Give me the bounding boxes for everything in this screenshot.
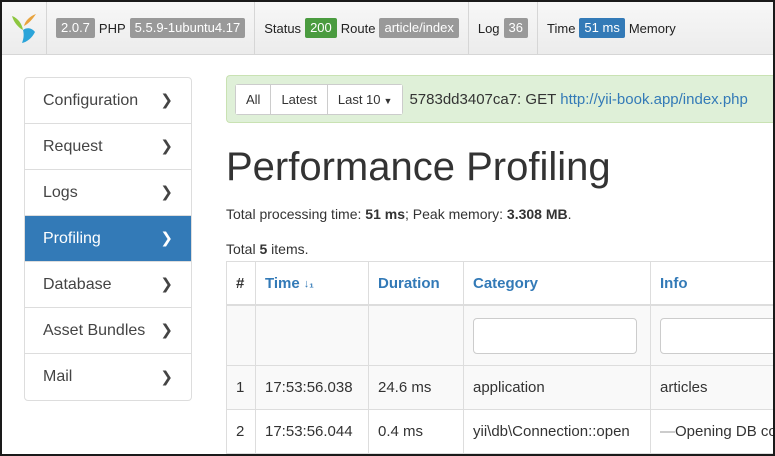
nav-item-asset-bundles[interactable]: Asset Bundles ❯ — [25, 308, 191, 354]
row-category: application — [463, 365, 651, 410]
nesting-indent: — — [660, 423, 675, 440]
panel-nav: Configuration ❯ Request ❯ Logs ❯ Profili… — [24, 77, 192, 401]
info-filter-input[interactable] — [660, 317, 773, 354]
chevron-right-icon: ❯ — [160, 230, 173, 247]
latest-button[interactable]: Latest — [271, 84, 328, 114]
status-label: Status — [264, 20, 302, 36]
time-memory-block[interactable]: Time 51 ms Memory — [538, 2, 685, 54]
chevron-right-icon: ❯ — [160, 184, 173, 201]
request-url-link[interactable]: http://yii-book.app/index.php — [560, 91, 748, 108]
php-label: PHP — [98, 20, 126, 36]
nav-item-label: Asset Bundles — [43, 321, 146, 339]
nav-item-label: Database — [43, 275, 112, 293]
filter-cell-category — [463, 304, 651, 366]
total-label: Total — [226, 241, 256, 257]
filter-cell-empty — [255, 304, 369, 366]
table-header-row: # Time ↓₁ Duration Category Info — [226, 261, 773, 306]
nav-item-label: Logs — [43, 183, 78, 201]
row-category: yii\db\Connection::open — [463, 409, 651, 454]
filter-cell-empty — [368, 304, 464, 366]
chevron-right-icon: ❯ — [160, 322, 173, 339]
request-block[interactable]: Status 200 Route article/index — [255, 2, 469, 54]
chevron-right-icon: ❯ — [160, 368, 173, 386]
main-content: All Latest Last 10 ▼ 5783dd3407ca7: GET h… — [226, 75, 773, 454]
all-button[interactable]: All — [236, 84, 272, 114]
nav-item-database[interactable]: Database ❯ — [25, 262, 191, 308]
summary-time-label: Total processing time: — [226, 206, 362, 222]
row-info: articles — [650, 365, 773, 410]
nav-item-label: Profiling — [43, 229, 101, 247]
yii-logo-icon[interactable] — [2, 2, 47, 54]
debug-panel-window: 2.0.7 PHP 5.5.9-1ubuntu4.17 Status 200 R… — [0, 0, 775, 456]
nav-item-request[interactable]: Request ❯ — [25, 124, 191, 170]
status-badge: 200 — [305, 18, 337, 38]
row-duration: 24.6 ms — [368, 365, 464, 410]
chevron-right-icon: ❯ — [160, 138, 173, 155]
table-row: 2 17:53:56.044 0.4 ms yii\db\Connection:… — [226, 409, 773, 454]
time-label: Time — [547, 20, 576, 36]
summary-memory-label: ; Peak memory: — [405, 206, 504, 222]
debug-toolbar: 2.0.7 PHP 5.5.9-1ubuntu4.17 Status 200 R… — [2, 2, 773, 55]
caret-down-icon: ▼ — [383, 95, 393, 106]
row-info: —Opening DB connection — [650, 409, 773, 454]
request-filter-buttons: All Latest Last 10 ▼ — [235, 83, 404, 115]
row-number: 2 — [226, 409, 256, 454]
row-duration: 0.4 ms — [368, 409, 464, 454]
column-header-number: # — [226, 261, 256, 306]
log-label: Log — [477, 20, 500, 36]
chevron-right-icon: ❯ — [160, 276, 173, 293]
nav-item-label: Request — [43, 137, 103, 155]
request-id-method: 5783dd3407ca7: GET — [409, 90, 557, 108]
row-info-text: Opening DB connection — [675, 423, 773, 440]
nav-item-profiling[interactable]: Profiling ❯ — [25, 216, 191, 262]
column-header-category[interactable]: Category — [463, 261, 651, 306]
row-number: 1 — [226, 365, 256, 410]
filter-row — [226, 304, 773, 366]
filter-cell-info — [650, 304, 773, 366]
time-badge: 51 ms — [579, 18, 625, 38]
total-suffix: items. — [271, 241, 309, 257]
nav-item-label: Mail — [43, 368, 73, 385]
processing-time-value: 51 ms — [365, 206, 405, 222]
log-count-badge: 36 — [503, 18, 529, 38]
item-total: Total 5 items. — [226, 241, 309, 257]
page-title: Performance Profiling — [226, 145, 611, 189]
total-count: 5 — [259, 241, 268, 257]
category-filter-input[interactable] — [473, 317, 637, 354]
last-10-dropdown[interactable]: Last 10 ▼ — [327, 84, 403, 114]
request-selector-bar: All Latest Last 10 ▼ 5783dd3407ca7: GET h… — [226, 75, 773, 123]
nav-item-mail[interactable]: Mail ❯ — [25, 354, 191, 400]
column-header-duration[interactable]: Duration — [368, 261, 464, 306]
log-block[interactable]: Log 36 — [469, 2, 539, 54]
php-version-badge: 5.5.9-1ubuntu4.17 — [129, 18, 246, 38]
table-row: 1 17:53:56.038 24.6 ms application artic… — [226, 365, 773, 410]
profiling-summary: Total processing time: 51 ms; Peak memor… — [226, 206, 572, 222]
time-header-label: Time — [265, 274, 300, 292]
last-10-label: Last 10 — [337, 91, 381, 107]
nav-item-logs[interactable]: Logs ❯ — [25, 170, 191, 216]
sort-desc-icon: ↓₁ — [303, 277, 314, 290]
peak-memory-value: 3.308 MB — [506, 206, 568, 222]
nav-item-configuration[interactable]: Configuration ❯ — [25, 78, 191, 124]
summary-period: . — [567, 206, 572, 222]
filter-cell-empty — [226, 304, 256, 366]
row-time: 17:53:56.038 — [255, 365, 369, 410]
profiling-table: # Time ↓₁ Duration Category Info 1 17:53… — [226, 261, 773, 454]
route-label: Route — [340, 20, 376, 36]
route-badge: article/index — [379, 18, 459, 38]
yii-version-badge: 2.0.7 — [56, 18, 95, 38]
nav-item-label: Configuration — [43, 91, 139, 109]
chevron-right-icon: ❯ — [160, 92, 173, 109]
column-header-info[interactable]: Info — [650, 261, 773, 306]
version-block[interactable]: 2.0.7 PHP 5.5.9-1ubuntu4.17 — [47, 2, 256, 54]
memory-label: Memory — [628, 20, 676, 36]
column-header-time[interactable]: Time ↓₁ — [255, 261, 369, 306]
row-time: 17:53:56.044 — [255, 409, 369, 454]
